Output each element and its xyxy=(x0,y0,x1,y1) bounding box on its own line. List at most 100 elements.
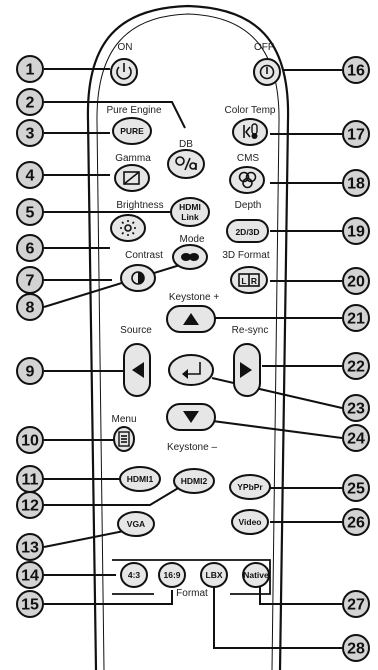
aspect-4-3-button[interactable]: 4:3 xyxy=(120,562,148,588)
callout-27: 27 xyxy=(342,590,370,618)
label-format: Format xyxy=(176,588,208,599)
hdmi2-button[interactable]: HDMI2 xyxy=(173,468,215,494)
callout-3: 3 xyxy=(16,119,44,147)
hdmi-link-label-2: Link xyxy=(181,212,199,222)
resync-right-button[interactable] xyxy=(233,343,261,397)
callout-number: 3 xyxy=(26,126,35,143)
callout-20: 20 xyxy=(342,267,370,295)
callout-18: 18 xyxy=(342,169,370,197)
callout-number: 10 xyxy=(21,433,39,450)
callout-2: 2 xyxy=(16,88,44,116)
source-left-button[interactable] xyxy=(123,343,151,397)
callout-number: 5 xyxy=(26,205,35,222)
video-button[interactable]: Video xyxy=(231,509,269,535)
lbx-label: LBX xyxy=(206,570,223,580)
callout-number: 13 xyxy=(21,540,39,557)
hdmi2-label: HDMI2 xyxy=(181,476,208,486)
hdmi1-button[interactable]: HDMI1 xyxy=(119,466,161,492)
3d-format-icon: L R xyxy=(238,273,260,287)
callout-6: 6 xyxy=(16,234,44,262)
callout-7: 7 xyxy=(16,266,44,294)
callout-15: 15 xyxy=(16,590,44,618)
label-on: ON xyxy=(118,42,133,53)
callout-number: 21 xyxy=(347,311,365,328)
vga-button[interactable]: VGA xyxy=(117,511,155,537)
aspect-4-3-label: 4:3 xyxy=(128,570,141,580)
pure-engine-button[interactable]: PURE xyxy=(112,117,152,145)
lbx-button[interactable]: LBX xyxy=(200,562,228,588)
mode-button[interactable] xyxy=(172,244,208,270)
contrast-button[interactable] xyxy=(120,264,156,292)
enter-button[interactable] xyxy=(168,354,214,386)
svg-text:R: R xyxy=(251,276,257,286)
callout-5: 5 xyxy=(16,198,44,226)
db-button[interactable] xyxy=(167,149,205,179)
callout-number: 28 xyxy=(347,641,365,658)
depth-2d3d-button[interactable]: 2D/3D xyxy=(226,219,269,243)
label-keystone-minus: Keystone – xyxy=(167,442,217,453)
callout-number: 6 xyxy=(26,241,35,258)
callout-number: 11 xyxy=(22,472,39,489)
hdmi-link-button[interactable]: HDMI Link xyxy=(170,197,210,227)
vga-label: VGA xyxy=(127,519,145,529)
power-on-button[interactable] xyxy=(110,58,138,86)
power-off-button[interactable] xyxy=(253,58,281,86)
ypbpr-button[interactable]: YPbPr xyxy=(229,474,271,500)
menu-button[interactable] xyxy=(113,426,135,452)
label-mode: Mode xyxy=(179,234,204,245)
callout-number: 16 xyxy=(347,63,365,80)
label-brightness: Brightness xyxy=(116,200,163,211)
native-button[interactable]: Native xyxy=(242,562,270,588)
gamma-button[interactable] xyxy=(114,164,150,192)
callout-28: 28 xyxy=(342,634,370,662)
callout-number: 24 xyxy=(347,431,365,448)
callout-16: 16 xyxy=(342,56,370,84)
label-gamma: Gamma xyxy=(115,153,151,164)
native-label: Native xyxy=(243,570,269,580)
brightness-button[interactable] xyxy=(110,214,146,242)
keystone-down-button[interactable] xyxy=(166,403,216,431)
callout-11: 11 xyxy=(16,465,44,493)
callout-26: 26 xyxy=(342,508,370,536)
hdmi-link-label-1: HDMI xyxy=(179,202,201,212)
callout-number: 12 xyxy=(21,498,39,515)
label-3d-format: 3D Format xyxy=(222,250,269,261)
label-off: OFF xyxy=(254,42,274,53)
callout-12: 12 xyxy=(16,491,44,519)
label-re-sync: Re-sync xyxy=(232,325,269,336)
callout-number: 25 xyxy=(347,481,365,498)
callout-8: 8 xyxy=(16,293,44,321)
keystone-up-button[interactable] xyxy=(166,305,216,333)
callout-14: 14 xyxy=(16,561,44,589)
callout-number: 22 xyxy=(347,359,365,376)
label-contrast: Contrast xyxy=(125,250,163,261)
callout-19: 19 xyxy=(342,217,370,245)
callout-number: 20 xyxy=(347,274,365,291)
callout-13: 13 xyxy=(16,533,44,561)
callout-number: 2 xyxy=(26,95,35,112)
ypbpr-label: YPbPr xyxy=(237,482,263,492)
video-label: Video xyxy=(239,517,262,527)
3d-format-button[interactable]: L R xyxy=(230,266,268,294)
aspect-16-9-button[interactable]: 16:9 xyxy=(158,562,186,588)
callout-21: 21 xyxy=(342,304,370,332)
callout-9: 9 xyxy=(16,357,44,385)
callout-25: 25 xyxy=(342,474,370,502)
cms-button[interactable] xyxy=(229,166,265,194)
callout-number: 7 xyxy=(26,273,35,290)
remote-diagram: ON OFF Pure Engine Color Temp DB Gamma C… xyxy=(16,4,370,670)
pure-button-label: PURE xyxy=(120,126,144,136)
label-keystone-plus: Keystone + xyxy=(169,292,219,303)
color-temp-button[interactable] xyxy=(232,118,268,146)
label-menu: Menu xyxy=(111,414,136,425)
label-pure-engine: Pure Engine xyxy=(106,105,161,116)
callout-number: 4 xyxy=(26,168,35,185)
label-color-temp: Color Temp xyxy=(225,105,276,116)
callout-22: 22 xyxy=(342,352,370,380)
callout-number: 23 xyxy=(347,401,365,418)
label-cms: CMS xyxy=(237,153,260,164)
callout-24: 24 xyxy=(342,424,370,452)
callout-number: 8 xyxy=(26,300,35,317)
label-db: DB xyxy=(179,139,193,150)
callout-17: 17 xyxy=(342,120,370,148)
